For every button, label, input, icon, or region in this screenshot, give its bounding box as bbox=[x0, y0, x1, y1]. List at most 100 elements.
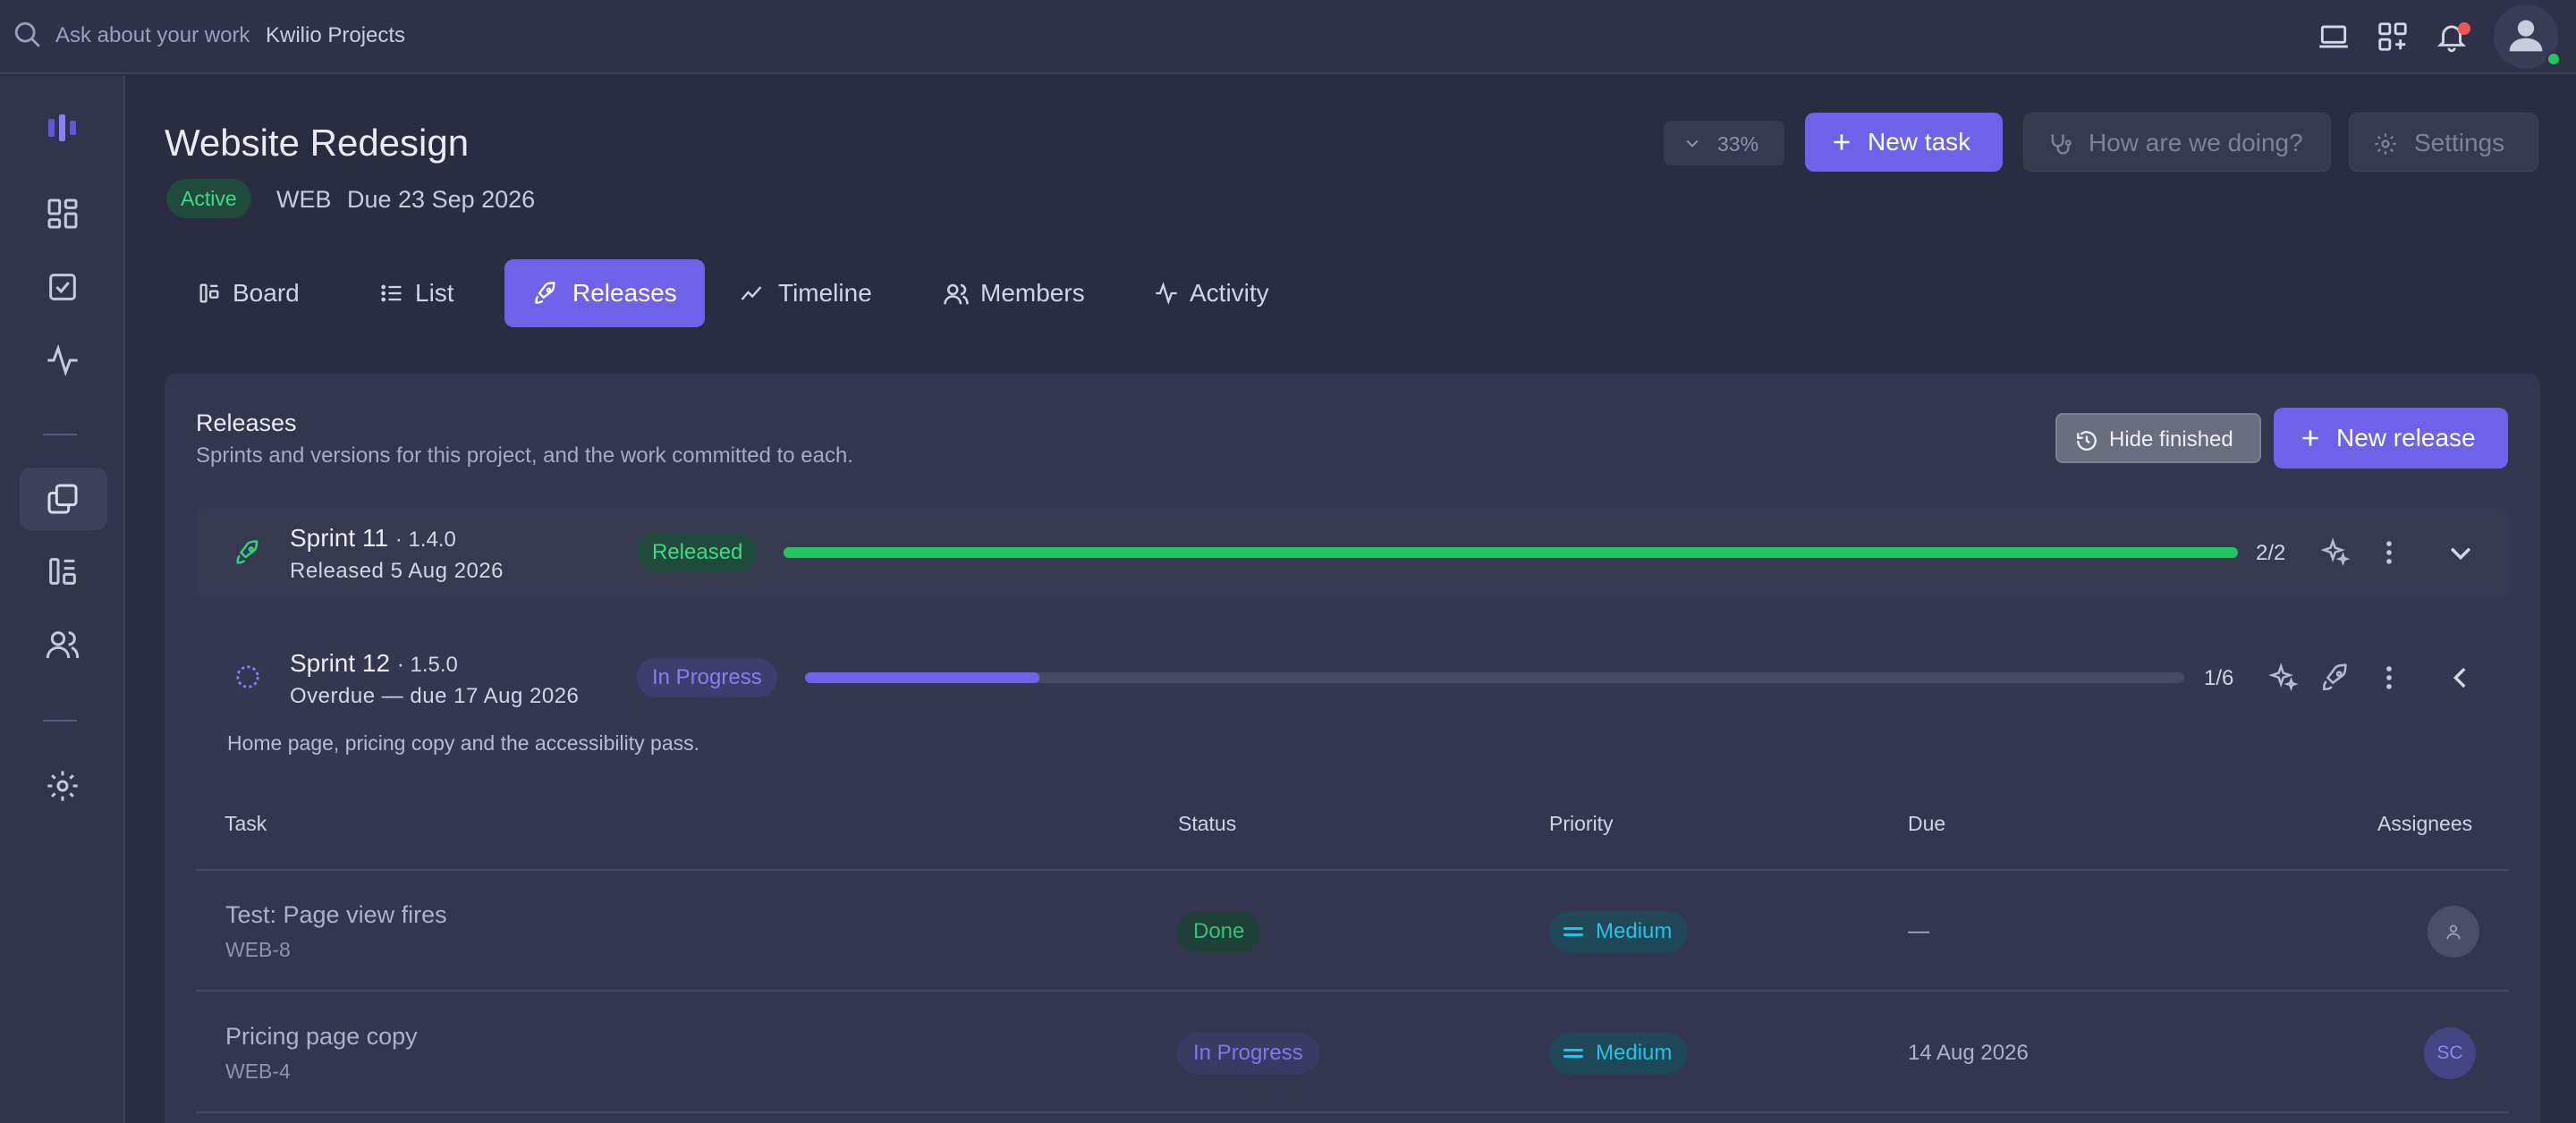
user-icon bbox=[2446, 925, 2461, 940]
top-bar: Ask about your work Kwilio Projects bbox=[0, 0, 2576, 74]
workspace-name[interactable]: Kwilio Projects bbox=[266, 23, 405, 48]
project-due-date: Due 23 Sep 2026 bbox=[347, 186, 536, 213]
release-name-text: Sprint 11 bbox=[290, 524, 388, 552]
rocket-icon[interactable] bbox=[2320, 663, 2351, 693]
task-key: WEB-4 bbox=[225, 1060, 291, 1083]
hide-finished-toggle[interactable]: Hide finished bbox=[2055, 413, 2261, 463]
release-progress-track bbox=[784, 547, 2238, 558]
new-task-label: New task bbox=[1868, 128, 1971, 156]
releases-title: Releases bbox=[196, 410, 297, 436]
task-priority-label: Medium bbox=[1596, 919, 1673, 943]
new-release-button[interactable]: New release bbox=[2274, 408, 2508, 469]
more-vertical-icon[interactable] bbox=[2374, 663, 2404, 693]
page-title: Website Redesign bbox=[165, 122, 470, 164]
assignee-avatar-empty[interactable] bbox=[2428, 906, 2479, 958]
priority-medium-icon bbox=[1563, 1049, 1583, 1058]
grid-plus-icon[interactable] bbox=[2376, 20, 2410, 54]
rocket-icon bbox=[236, 540, 258, 564]
task-status-badge[interactable]: Done bbox=[1177, 911, 1261, 952]
table-divider bbox=[196, 990, 2509, 992]
stethoscope-icon bbox=[2051, 134, 2072, 155]
release-name: Sprint 12 · 1.5.0 bbox=[290, 649, 458, 678]
progress-percent: 33% bbox=[1717, 132, 1759, 156]
task-due-date: 14 Aug 2026 bbox=[1908, 1041, 2029, 1065]
release-task-count: 2/2 bbox=[2256, 541, 2286, 565]
sparkle-icon[interactable] bbox=[2268, 663, 2299, 693]
column-header-assignees[interactable]: Assignees bbox=[2377, 812, 2472, 836]
release-version: · 1.5.0 bbox=[396, 653, 458, 677]
task-priority-badge[interactable]: Medium bbox=[1549, 1033, 1689, 1074]
logo-icon[interactable] bbox=[45, 110, 80, 146]
release-progress-fill bbox=[805, 672, 1040, 683]
tab-members-label: Members bbox=[980, 279, 1085, 307]
release-status-badge: Released bbox=[637, 533, 758, 572]
trend-icon bbox=[741, 286, 762, 300]
release-description: Home page, pricing copy and the accessib… bbox=[227, 731, 700, 755]
chevron-left-icon[interactable] bbox=[2445, 663, 2476, 693]
tab-list-label: List bbox=[415, 279, 454, 307]
notification-dot bbox=[2458, 22, 2470, 35]
task-title[interactable]: Pricing page copy bbox=[225, 1023, 418, 1051]
status-badge: Active bbox=[166, 179, 251, 218]
task-status-badge[interactable]: In Progress bbox=[1177, 1033, 1319, 1074]
list-icon bbox=[381, 284, 402, 302]
tab-releases[interactable]: Releases bbox=[504, 259, 705, 327]
sidebar-divider bbox=[43, 434, 77, 435]
feedback-label: How are we doing? bbox=[2089, 129, 2303, 156]
tab-releases-label: Releases bbox=[572, 279, 677, 307]
sidebar bbox=[0, 76, 125, 1123]
table-divider bbox=[196, 869, 2509, 871]
task-due-date: — bbox=[1908, 919, 1929, 943]
tab-activity[interactable]: Activity bbox=[1141, 259, 1302, 327]
project-code: WEB bbox=[276, 186, 332, 213]
online-status-dot bbox=[2546, 51, 2562, 67]
plus-icon bbox=[1834, 134, 1850, 150]
in-progress-icon bbox=[236, 665, 259, 688]
new-release-label: New release bbox=[2336, 424, 2476, 452]
plus-icon bbox=[2302, 430, 2318, 446]
release-name: Sprint 11 · 1.4.0 bbox=[290, 524, 456, 553]
settings-button[interactable]: Settings bbox=[2349, 113, 2538, 172]
laptop-icon[interactable] bbox=[2317, 20, 2351, 54]
release-version: · 1.4.0 bbox=[394, 528, 456, 552]
sidebar-divider bbox=[43, 720, 77, 722]
people-icon[interactable] bbox=[45, 627, 80, 663]
tab-members[interactable]: Members bbox=[930, 259, 1109, 327]
projects-icon[interactable] bbox=[45, 481, 80, 517]
chevron-down-icon bbox=[1686, 139, 1699, 148]
tasks-icon[interactable] bbox=[45, 269, 80, 305]
more-vertical-icon[interactable] bbox=[2374, 537, 2404, 568]
settings-label: Settings bbox=[2414, 129, 2505, 156]
task-title[interactable]: Test: Page view fires bbox=[225, 901, 447, 929]
column-header-priority[interactable]: Priority bbox=[1549, 812, 1614, 836]
rocket-icon bbox=[535, 282, 555, 304]
chevron-down-icon[interactable] bbox=[2445, 537, 2476, 568]
table-divider bbox=[196, 1111, 2509, 1113]
feedback-button[interactable]: How are we doing? bbox=[2023, 113, 2331, 172]
activity-icon bbox=[1156, 282, 1177, 305]
board-icon[interactable] bbox=[45, 553, 80, 589]
task-priority-badge[interactable]: Medium bbox=[1549, 911, 1689, 952]
tab-activity-label: Activity bbox=[1190, 279, 1269, 307]
tab-list[interactable]: List bbox=[367, 259, 474, 327]
assignee-avatar[interactable]: SC bbox=[2424, 1027, 2476, 1079]
release-status-badge: In Progress bbox=[637, 658, 777, 697]
column-header-due[interactable]: Due bbox=[1908, 812, 1945, 836]
history-icon bbox=[2077, 431, 2097, 451]
tab-timeline[interactable]: Timeline bbox=[726, 259, 887, 327]
new-task-button[interactable]: New task bbox=[1805, 113, 2003, 172]
activity-icon[interactable] bbox=[45, 342, 80, 378]
tab-board[interactable]: Board bbox=[184, 259, 309, 327]
search-input[interactable]: Ask about your work bbox=[55, 23, 250, 48]
sparkle-icon[interactable] bbox=[2320, 537, 2351, 568]
dashboard-icon[interactable] bbox=[45, 196, 80, 232]
user-icon bbox=[2509, 20, 2543, 52]
task-priority-label: Medium bbox=[1596, 1041, 1673, 1065]
settings-icon[interactable] bbox=[45, 768, 80, 804]
column-header-task[interactable]: Task bbox=[225, 812, 267, 836]
progress-dropdown[interactable]: 33% bbox=[1664, 121, 1784, 165]
members-icon bbox=[944, 283, 969, 305]
search-icon[interactable] bbox=[13, 20, 43, 50]
task-key: WEB-8 bbox=[225, 938, 291, 961]
column-header-status[interactable]: Status bbox=[1178, 812, 1236, 836]
